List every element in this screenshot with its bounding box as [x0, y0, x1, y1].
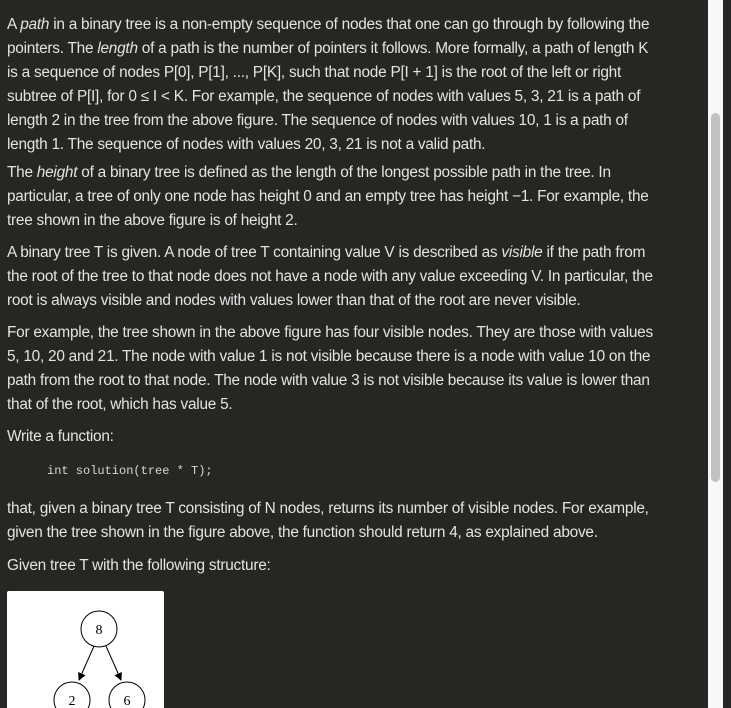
- text-line: given the tree shown in the figure above…: [7, 521, 649, 545]
- text-segment: For example, the tree shown in the above…: [7, 324, 653, 341]
- text-segment: given the tree shown in the figure above…: [7, 524, 598, 541]
- text-line: length 2 in the tree from the above figu…: [7, 109, 649, 133]
- text-segment: length 2 in the tree from the above figu…: [7, 112, 628, 129]
- tree-node: 6: [108, 681, 146, 708]
- paragraph: that, given a binary tree T consisting o…: [7, 497, 649, 545]
- text-line: tree shown in the above figure is of hei…: [7, 209, 649, 233]
- tree-edge: [78, 645, 95, 681]
- text-segment: in a binary tree is a non-empty sequence…: [49, 16, 650, 33]
- svg-text:2: 2: [69, 694, 76, 708]
- emphasized-term: path: [20, 16, 50, 33]
- text-line: Given tree T with the following structur…: [7, 554, 271, 578]
- text-segment: 5, 10, 20 and 21. The node with value 1 …: [7, 348, 651, 365]
- paragraph: For example, the tree shown in the above…: [7, 321, 653, 417]
- emphasized-term: length: [97, 40, 138, 57]
- text-line: pointers. The length of a path is the nu…: [7, 37, 649, 61]
- paragraph: Write a function:: [7, 425, 114, 449]
- text-segment: pointers. The: [7, 40, 98, 57]
- text-line: that of the root, which has value 5.: [7, 393, 653, 417]
- text-line: The height of a binary tree is defined a…: [7, 161, 649, 185]
- text-line: 5, 10, 20 and 21. The node with value 1 …: [7, 345, 653, 369]
- paragraph: Given tree T with the following structur…: [7, 554, 271, 578]
- text-segment: Given tree T with the following structur…: [7, 557, 271, 574]
- text-segment: particular, a tree of only one node has …: [7, 188, 649, 205]
- text-segment: The: [7, 164, 37, 181]
- emphasized-term: visible: [501, 244, 543, 261]
- text-line: root is always visible and nodes with va…: [7, 289, 653, 313]
- text-line: is a sequence of nodes P[0], P[1], ..., …: [7, 61, 649, 85]
- text-segment: of a binary tree is defined as the lengt…: [77, 164, 611, 181]
- text-segment: tree shown in the above figure is of hei…: [7, 212, 298, 229]
- paragraph: The height of a binary tree is defined a…: [7, 161, 649, 233]
- text-segment: A binary tree T is given. A node of tree…: [7, 244, 502, 261]
- text-segment: root is always visible and nodes with va…: [7, 292, 581, 309]
- text-line: A path in a binary tree is a non-empty s…: [7, 13, 650, 37]
- text-line: particular, a tree of only one node has …: [7, 185, 649, 209]
- text-segment: the root of the tree to that node does n…: [7, 268, 653, 285]
- text-segment: if the path from: [542, 244, 646, 261]
- vertical-scrollbar[interactable]: [708, 0, 723, 708]
- text-segment: length 1. The sequence of nodes with val…: [7, 136, 486, 153]
- text-line: Write a function:: [7, 425, 114, 449]
- paragraph: A path in a binary tree is a non-empty s…: [7, 13, 650, 157]
- text-line: the root of the tree to that node does n…: [7, 265, 653, 289]
- function-signature: int solution(tree * T);: [47, 464, 213, 478]
- problem-statement: A path in a binary tree is a non-empty s…: [0, 0, 708, 708]
- text-segment: is a sequence of nodes P[0], P[1], ..., …: [7, 64, 622, 81]
- svg-text:6: 6: [124, 694, 131, 708]
- tree-node: 2: [53, 681, 91, 708]
- text-segment: subtree of P[I], for 0 ≤ I < K. For exam…: [7, 88, 641, 105]
- text-segment: A: [7, 16, 21, 33]
- text-line: that, given a binary tree T consisting o…: [7, 497, 649, 521]
- text-line: length 1. The sequence of nodes with val…: [7, 133, 649, 157]
- scrollbar-thumb[interactable]: [711, 113, 720, 482]
- svg-text:8: 8: [96, 623, 103, 638]
- text-segment: that, given a binary tree T consisting o…: [7, 500, 649, 517]
- text-segment: that of the root, which has value 5.: [7, 396, 233, 413]
- text-line: A binary tree T is given. A node of tree…: [7, 241, 653, 265]
- tree-edge: [105, 645, 122, 681]
- paragraph: A binary tree T is given. A node of tree…: [7, 241, 653, 313]
- text-line: subtree of P[I], for 0 ≤ I < K. For exam…: [7, 85, 649, 109]
- tree-figure: 8 2 6: [7, 591, 164, 708]
- emphasized-term: height: [36, 164, 78, 181]
- text-segment: path from the root to that node. The nod…: [7, 372, 650, 389]
- text-line: For example, the tree shown in the above…: [7, 321, 653, 345]
- text-segment: Write a function:: [7, 428, 114, 445]
- text-segment: of a path is the number of pointers it f…: [137, 40, 649, 57]
- text-line: path from the root to that node. The nod…: [7, 369, 653, 393]
- tree-node: 8: [80, 610, 118, 648]
